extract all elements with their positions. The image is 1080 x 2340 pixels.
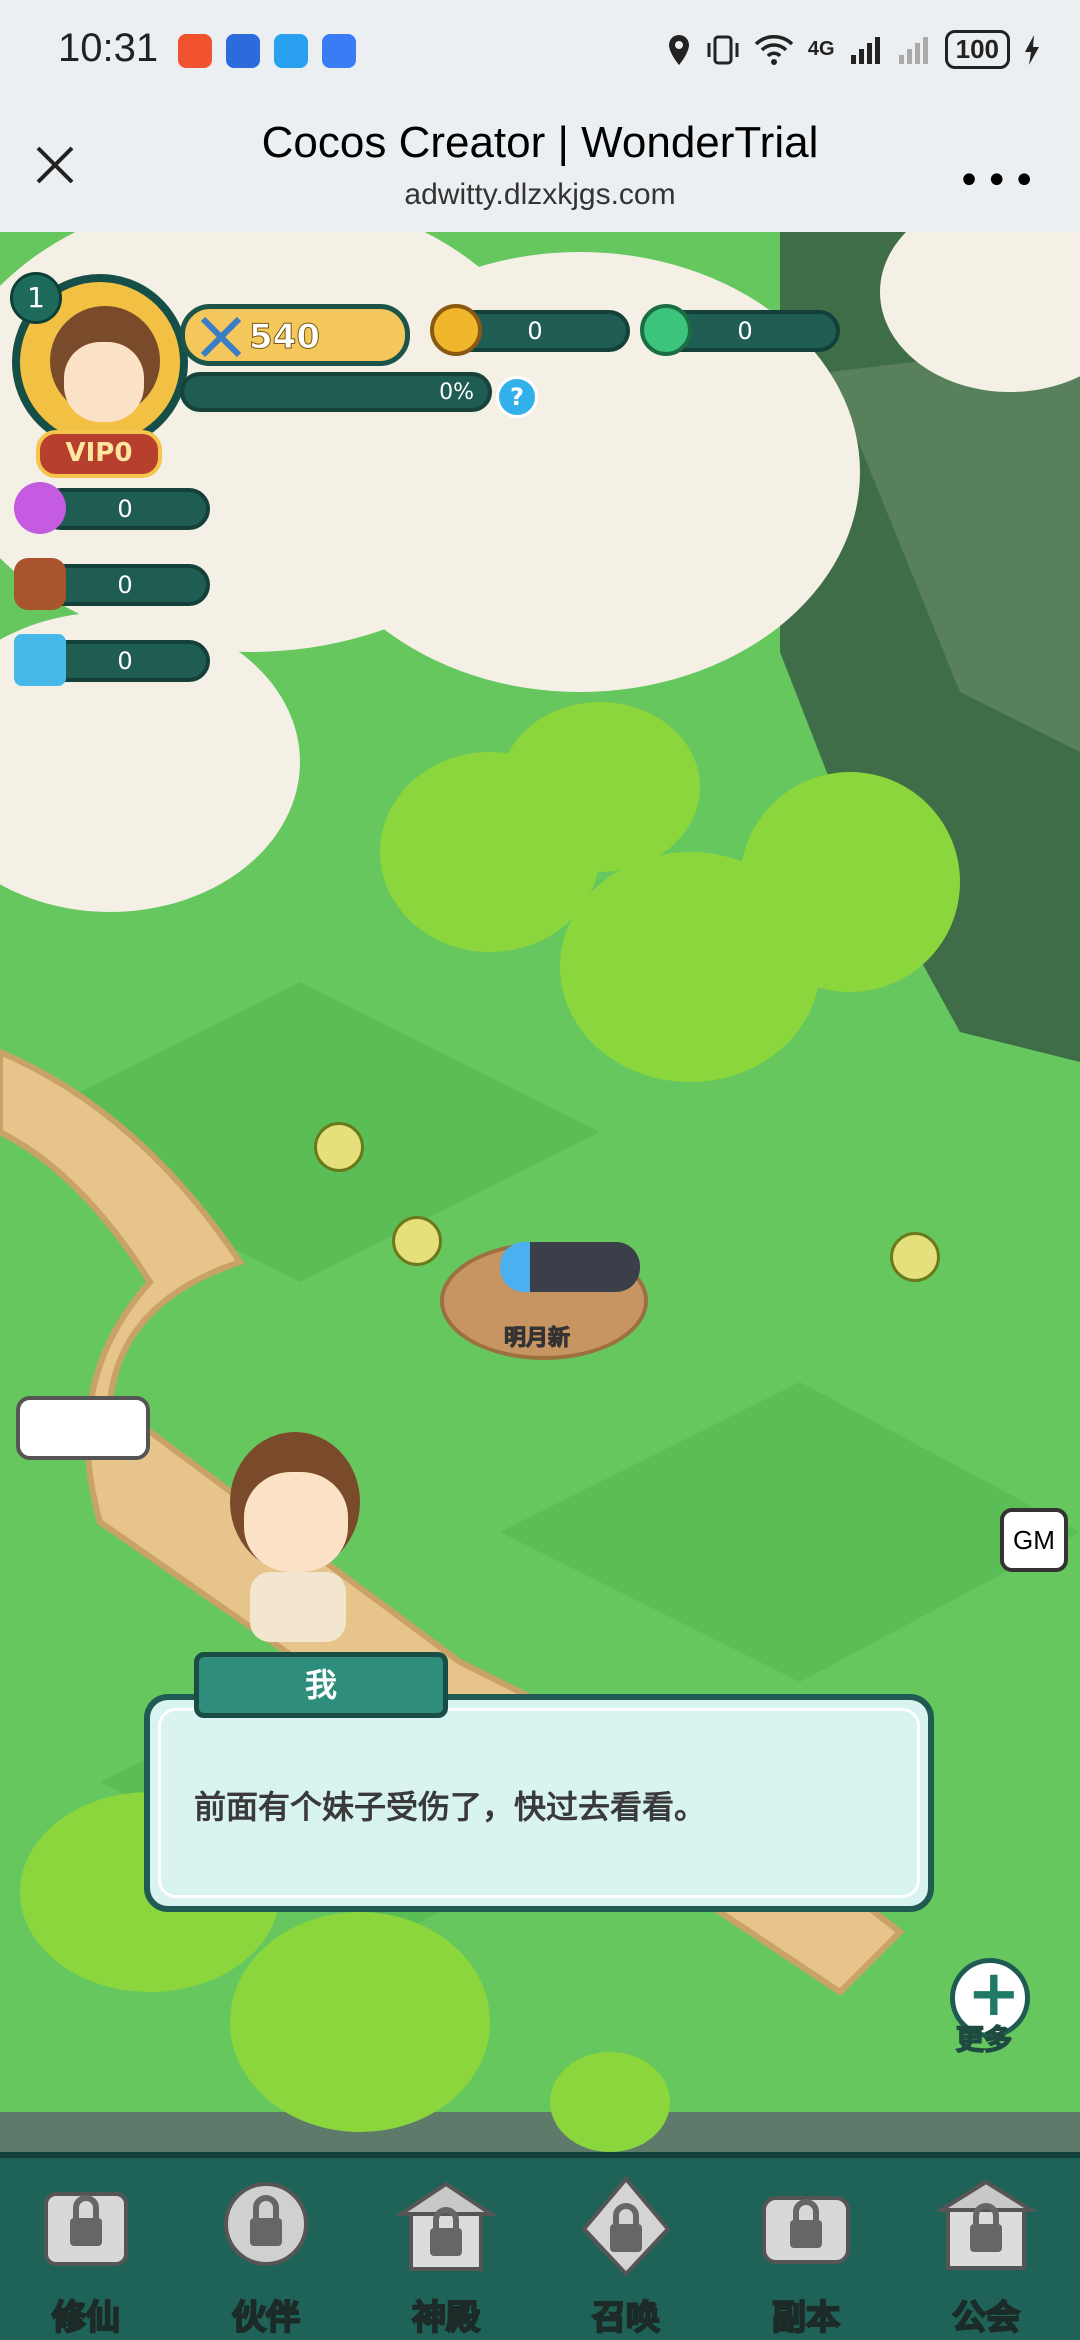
- tree: [740, 772, 960, 992]
- dialog-text: 前面有个妹子受伤了，快过去看看。: [194, 1788, 707, 1826]
- tree: [550, 2052, 670, 2152]
- more-label: 更多: [955, 2022, 1013, 2057]
- nav-label: 神殿: [411, 2297, 481, 2339]
- nav-label: 召唤: [591, 2297, 661, 2339]
- npc-sprite[interactable]: [314, 1122, 364, 1172]
- dialog-speaker-name: 我: [194, 1652, 448, 1718]
- app-notification-icon: [226, 34, 260, 68]
- gm-button[interactable]: GM: [1000, 1508, 1068, 1572]
- system-icons: 4G 100: [666, 30, 1040, 69]
- nav-label: 公会: [951, 2297, 1021, 2339]
- game-canvas[interactable]: 明月新 1 VIP0 540 0% ? 0 0 0 0 0 GM 前面有个妹子受…: [0, 232, 1080, 2340]
- nav-item-temple[interactable]: 神殿: [376, 2170, 516, 2340]
- nav-label: 副本: [771, 2297, 841, 2339]
- combat-power-value: 540: [249, 317, 321, 358]
- app-notification-icon: [274, 34, 308, 68]
- location-icon: [668, 34, 689, 65]
- dungeon-lock-icon: [762, 2196, 850, 2264]
- exp-percent: 0%: [439, 380, 474, 405]
- combat-power-bar: 540: [180, 304, 410, 366]
- summon-lock-icon: [581, 2175, 671, 2277]
- tree: [500, 702, 700, 872]
- battery-indicator: 100: [944, 30, 1010, 69]
- blue-crystal-icon: [14, 634, 66, 686]
- nav-item-dungeon[interactable]: 副本: [736, 2170, 876, 2340]
- page-title: Cocos Creator | WonderTrial: [261, 118, 819, 167]
- page-url: adwitty.dlzxkjgs.com: [404, 178, 676, 211]
- partner-lock-icon: [224, 2182, 308, 2266]
- gold-coin-icon: [430, 304, 482, 356]
- npc-name-label: 明月新: [503, 1326, 571, 1352]
- npc-sprite[interactable]: [392, 1216, 442, 1266]
- vip-badge[interactable]: VIP0: [36, 430, 162, 478]
- nav-label: 伙伴: [231, 2297, 301, 2339]
- wifi-icon: [754, 34, 794, 65]
- app-notification-icon: [178, 34, 212, 68]
- browser-title-bar: Cocos Creator | WonderTrial adwitty.dlzx…: [0, 100, 1080, 232]
- app-notification-icon: [322, 34, 356, 68]
- dialog-box[interactable]: 前面有个妹子受伤了，快过去看看。: [144, 1694, 934, 1912]
- exp-bar: 0%: [180, 372, 492, 412]
- network-type: 4G: [807, 38, 835, 60]
- tree: [230, 1912, 490, 2132]
- guild-lock-icon: [936, 2179, 1036, 2270]
- nav-item-summon[interactable]: 召唤: [556, 2170, 696, 2340]
- status-bar: 10:31 4G 100: [0, 0, 1080, 100]
- vibrate-icon: [707, 35, 739, 64]
- nav-item-guild[interactable]: 公会: [916, 2170, 1056, 2340]
- dragon-jade-icon: [640, 304, 692, 356]
- signal-icon: [850, 36, 880, 64]
- scroll-lock-icon: [44, 2192, 128, 2266]
- nav-item-partner[interactable]: 伙伴: [196, 2170, 336, 2340]
- player-level-badge: 1: [10, 272, 62, 324]
- signal-off-icon: [898, 36, 928, 64]
- charging-icon: [1025, 34, 1039, 65]
- wood-log-icon: [14, 558, 66, 610]
- purple-spirit-icon: [14, 482, 66, 534]
- blank-button[interactable]: [16, 1396, 150, 1460]
- bottom-nav: 修仙 伙伴 神殿 召唤 副本 公会: [0, 2152, 1080, 2340]
- injured-character-sprite: [500, 1242, 640, 1292]
- npc-sprite[interactable]: [890, 1232, 940, 1282]
- plus-icon: +: [967, 1957, 1021, 2031]
- crossed-swords-icon: [200, 316, 242, 358]
- clock: 10:31: [58, 26, 159, 70]
- nav-item-cultivate[interactable]: 修仙: [16, 2170, 156, 2340]
- help-button[interactable]: ?: [496, 376, 538, 418]
- player-character: [200, 1422, 380, 1642]
- notification-icons: [178, 34, 356, 68]
- nav-label: 修仙: [51, 2297, 121, 2339]
- more-menu-icon[interactable]: •••: [957, 158, 1040, 204]
- temple-lock-icon: [396, 2181, 496, 2271]
